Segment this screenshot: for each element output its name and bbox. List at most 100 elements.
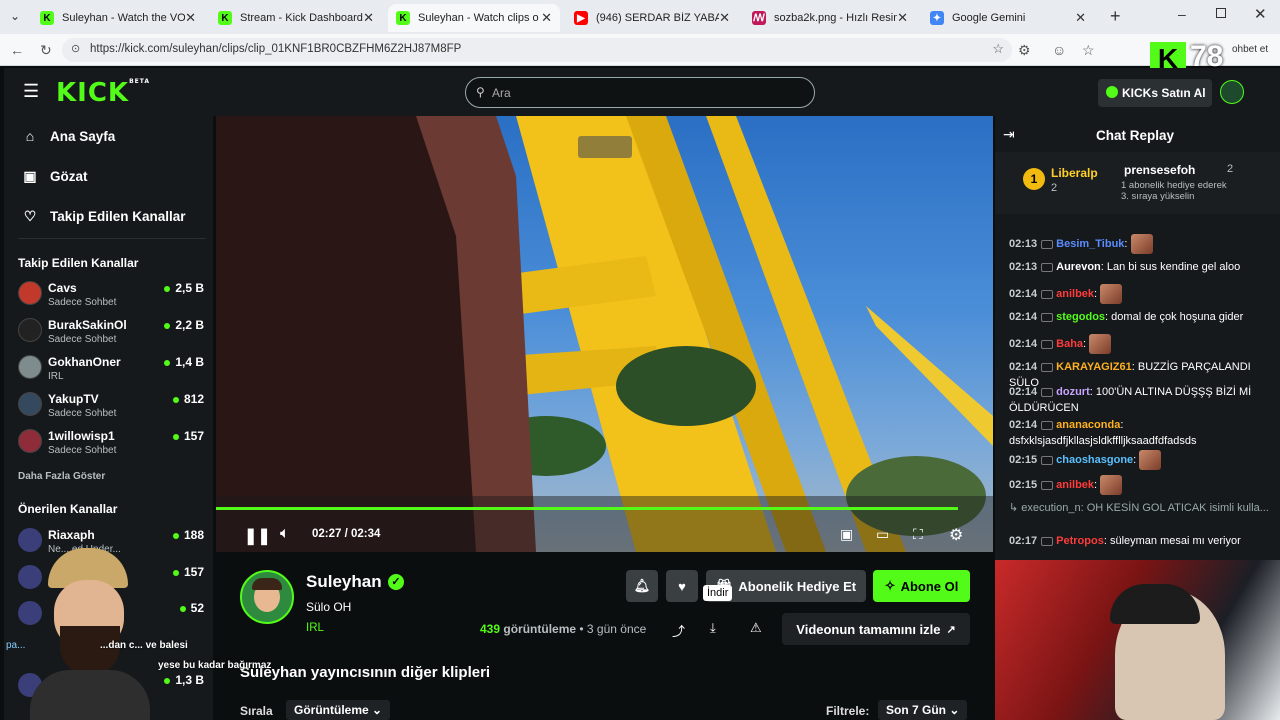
streamer-avatar[interactable] <box>240 570 294 624</box>
pause-icon[interactable]: ❚❚ <box>244 526 271 546</box>
nav-icon: ⌂ <box>25 128 35 144</box>
channel-avatar <box>18 392 42 416</box>
live-dot-icon <box>172 569 179 576</box>
sort-dropdown[interactable]: Görüntüleme ⌄ <box>286 700 391 720</box>
tab-close-icon[interactable]: ✕ <box>719 10 730 26</box>
extensions-icon[interactable]: ⚙ <box>1018 42 1031 59</box>
chat-message: ↳ execution_n: OH KESİN GOL ATICAK isiml… <box>1009 500 1271 516</box>
video-progress-bar[interactable] <box>216 507 959 510</box>
site-info-icon[interactable]: ⊙ <box>71 42 80 55</box>
sidebar-nav-item[interactable]: ⌂ Ana Sayfa <box>22 128 116 144</box>
live-dot-icon <box>164 359 171 366</box>
channel-avatar <box>18 281 42 305</box>
message-user[interactable]: Baha <box>1056 338 1083 350</box>
search-input[interactable]: ⚲ Ara <box>465 77 815 108</box>
message-user[interactable]: anilbek <box>1056 479 1094 491</box>
share-icon[interactable]: ⤴ <box>672 621 685 640</box>
category-link[interactable]: IRL <box>306 622 324 634</box>
reload-icon[interactable]: ↻ <box>40 42 52 59</box>
followed-channel[interactable]: 1willowisp1 Sadece Sohbet 157 <box>18 429 204 461</box>
watch-full-video-button[interactable]: Videonun tamamını izle ↗ <box>782 613 970 645</box>
browser-tab[interactable]: K Suleyhan - Watch clips o ✕ <box>388 4 560 32</box>
volume-icon[interactable]: 🔈︎ <box>280 525 290 543</box>
chat-message: 02:14 dozurt: 100'ÜN ALTINA DÜŞŞŞ BİZİ Mİ… <box>1009 386 1252 414</box>
second-gifter-name[interactable]: prensesefoh <box>1124 163 1195 177</box>
tab-favicon-icon: K <box>218 11 232 25</box>
settings-icon[interactable]: ⚙ <box>949 525 963 545</box>
pip-toggle-overlay[interactable] <box>578 136 632 158</box>
user-avatar[interactable] <box>1220 80 1244 104</box>
browser-tab[interactable]: ✦ Google Gemini ✕ <box>922 4 1094 32</box>
message-time: 02:13 <box>1009 237 1038 250</box>
back-icon[interactable]: ← <box>10 42 24 58</box>
tab-close-icon[interactable]: ✕ <box>541 10 552 26</box>
tab-list-icon[interactable]: ⌄ <box>10 9 20 23</box>
message-user[interactable]: KARAYAGIZ61 <box>1056 361 1132 373</box>
message-user[interactable]: dozurt <box>1056 386 1090 398</box>
collapse-chat-icon[interactable]: ⇥ <box>1003 126 1015 143</box>
close-window-button[interactable]: ✕ <box>1254 5 1267 23</box>
browser-tab[interactable]: K Suleyhan - Watch the VOD o✕ <box>32 4 204 32</box>
clip-info: Suleyhan ✓ Sülo OH IRL 🔔︎ ♥ 🎁︎Abonelik H… <box>216 552 993 720</box>
minimize-button[interactable]: – <box>1178 6 1186 22</box>
report-icon[interactable]: ⚠ <box>750 620 762 636</box>
show-more-link[interactable]: Daha Fazla Göster <box>18 471 105 482</box>
tab-close-icon[interactable]: ✕ <box>185 10 196 26</box>
kick-logo[interactable]: KICKBETA <box>56 78 150 108</box>
chat-message: 02:17 Petropos: süleyman mesai mı veriyor <box>1009 535 1241 547</box>
tab-favicon-icon: ꟿ <box>752 11 766 25</box>
browser-tab[interactable]: K Stream - Kick Dashboard ✕ <box>210 4 382 32</box>
tab-close-icon[interactable]: ✕ <box>1075 10 1086 26</box>
tab-close-icon[interactable]: ✕ <box>363 10 374 26</box>
restore-button[interactable] <box>1216 8 1226 18</box>
browser-tab[interactable]: ▶ (946) SERDAR BİZ YABANCI D✕ <box>566 4 738 32</box>
download-icon[interactable]: ⤓ <box>710 620 716 636</box>
profile-extension-icon[interactable]: ☺ <box>1052 42 1066 58</box>
url-field[interactable]: ⊙ https://kick.com/suleyhan/clips/clip_0… <box>62 38 1012 62</box>
video-player[interactable] <box>216 116 993 552</box>
player-controls: ❚❚ 🔈︎ 02:27 / 02:34 ▣ ▭ ⛶ ⚙ <box>216 520 993 550</box>
message-time: 02:14 <box>1009 386 1038 398</box>
theater-mode-icon[interactable]: ▭ <box>876 526 889 543</box>
bookmark-star-icon[interactable]: ☆ <box>992 41 1004 57</box>
message-user[interactable]: Aurevon <box>1056 261 1101 273</box>
gift-note-2: 3. sıraya yükselin <box>1121 191 1195 202</box>
hamburger-menu-icon[interactable]: ☰ <box>23 81 39 102</box>
buy-kicks-button[interactable]: KICKs Satın Al <box>1098 79 1212 107</box>
message-user[interactable]: Petropos <box>1056 535 1104 547</box>
followed-channel[interactable]: Cavs Sadece Sohbet 2,5 B <box>18 281 204 313</box>
favorites-icon[interactable]: ☆ <box>1082 42 1095 59</box>
notification-bell-icon[interactable]: 🔔︎ <box>626 570 658 602</box>
video-frame <box>216 116 993 552</box>
sidebar-nav-item[interactable]: ▣ Gözat <box>22 168 87 185</box>
tab-close-icon[interactable]: ✕ <box>897 10 908 26</box>
message-time: 02:14 <box>1009 311 1038 323</box>
new-tab-button[interactable]: + <box>1110 6 1121 27</box>
followed-channel[interactable]: YakupTV Sadece Sohbet 812 <box>18 392 204 424</box>
message-user[interactable]: chaoshasgone <box>1056 454 1133 466</box>
top-gifter-name[interactable]: Liberalp <box>1051 166 1098 180</box>
streamer-name[interactable]: Suleyhan <box>306 572 382 592</box>
message-user[interactable]: anilbek <box>1056 288 1094 300</box>
followed-channel[interactable]: GokhanOner IRL 1,4 B <box>18 355 204 387</box>
follow-heart-icon[interactable]: ♥ <box>666 570 698 602</box>
sub-badge-icon <box>1041 455 1054 465</box>
sidebar-nav-item[interactable]: ♡ Takip Edilen Kanallar <box>22 208 186 225</box>
live-dot-icon <box>172 532 179 539</box>
message-user[interactable]: stegodos <box>1056 311 1105 323</box>
chat-message: 02:15 anilbek: <box>1009 475 1271 495</box>
message-user[interactable]: ananaconda <box>1056 419 1120 431</box>
browser-tab[interactable]: ꟿ sozba2k.png - Hızlı Resim ✕ <box>744 4 916 32</box>
followed-channel[interactable]: BurakSakinOl Sadece Sohbet 2,2 B <box>18 318 204 350</box>
miniplayer-icon[interactable]: ▣ <box>840 526 853 543</box>
tab-title: sozba2k.png - Hızlı Resim <box>774 12 898 24</box>
channel-category: Sadece Sohbet <box>48 445 117 456</box>
message-user[interactable]: Besim_Tibuk <box>1056 238 1124 250</box>
fullscreen-icon[interactable]: ⛶ <box>913 526 923 543</box>
subscribe-button[interactable]: ✧ Abone Ol <box>873 570 970 602</box>
sub-badge-icon <box>1041 387 1054 397</box>
filter-dropdown[interactable]: Son 7 Gün ⌄ <box>878 700 968 720</box>
channel-viewers: 2,2 B <box>164 318 204 332</box>
suggested-channels-heading: Önerilen Kanallar <box>18 502 118 516</box>
rank-badge-icon: 1 <box>1023 168 1045 190</box>
